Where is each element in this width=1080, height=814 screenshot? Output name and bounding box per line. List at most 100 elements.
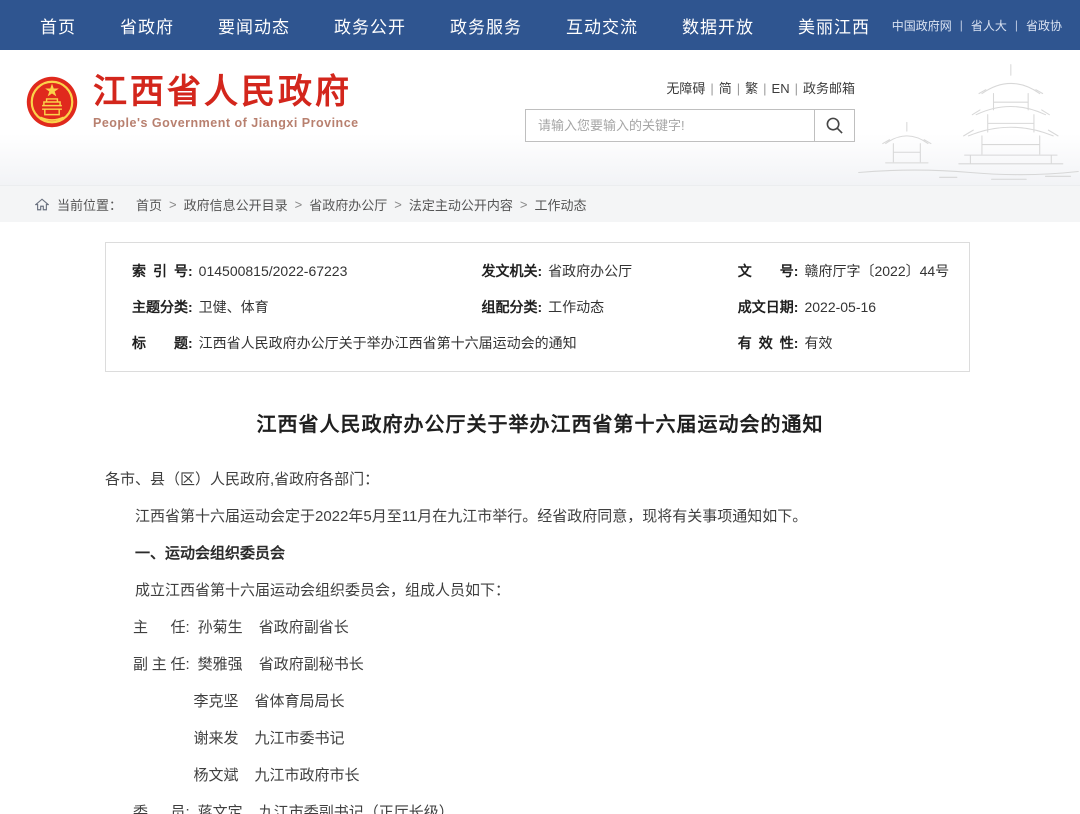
quick-link-provincial-peoples-congress[interactable]: 省人大 bbox=[971, 17, 1007, 34]
site-brand[interactable]: 江西省人民政府 People's Government of Jiangxi P… bbox=[25, 74, 359, 130]
meta-field-validity: 有效性: 有效 bbox=[712, 325, 969, 361]
meta-field-written-date: 成文日期:2022-05-16 bbox=[712, 289, 969, 325]
committee-member-name: 樊雅强 bbox=[198, 656, 243, 673]
committee-member-title: 省政府副省长 bbox=[259, 619, 349, 636]
colon: : bbox=[794, 299, 799, 315]
nav-items: 首页 省政府 要闻动态 政务公开 政务服务 互动交流 数据开放 美丽江西 bbox=[40, 13, 870, 38]
site-title: 江西省人民政府 bbox=[93, 74, 359, 111]
meta-field-group-category: 组配分类:工作动态 bbox=[456, 289, 712, 325]
breadcrumb-item-home[interactable]: 首页 bbox=[136, 195, 162, 214]
colon: : bbox=[538, 299, 543, 315]
document-title: 江西省人民政府办公厅关于举办江西省第十六届运动会的通知 bbox=[105, 408, 975, 437]
nav-item-open-data[interactable]: 数据开放 bbox=[682, 13, 754, 38]
meta-field-title: 标题: 江西省人民政府办公厅关于举办江西省第十六届运动会的通知 bbox=[106, 325, 712, 361]
meta-value: 工作动态 bbox=[548, 299, 604, 315]
meta-value: 省政府办公厅 bbox=[548, 263, 632, 279]
committee-member-title: 九江市政府市长 bbox=[255, 767, 360, 784]
quick-link-provincial-cppcc[interactable]: 省政协 bbox=[1026, 17, 1062, 34]
committee-role: 副主任 bbox=[133, 654, 186, 676]
meta-field-index-number: 索引号:014500815/2022-67223 bbox=[106, 253, 456, 289]
pavilion-watermark bbox=[855, 55, 1080, 185]
quick-link-china-gov[interactable]: 中国政府网 bbox=[892, 17, 952, 34]
meta-value: 卫健、体育 bbox=[199, 299, 269, 315]
breadcrumb-item-statutory-disclosure[interactable]: 法定主动公开内容 bbox=[409, 195, 513, 214]
meta-label: 发文机关 bbox=[482, 261, 538, 281]
committee-role: 主任 bbox=[133, 617, 186, 639]
breadcrumb-item-general-office[interactable]: 省政府办公厅 bbox=[309, 195, 387, 214]
nav-item-home[interactable]: 首页 bbox=[40, 13, 76, 38]
utility-link-traditional[interactable]: 繁 bbox=[745, 81, 758, 96]
committee-member-title: 省体育局局长 bbox=[255, 693, 345, 710]
meta-value: 江西省人民政府办公厅关于举办江西省第十六届运动会的通知 bbox=[199, 335, 577, 351]
salutation: 各市、县（区）人民政府,省政府各部门： bbox=[105, 469, 970, 491]
home-icon bbox=[35, 198, 49, 211]
search-box bbox=[525, 109, 855, 142]
separator: | bbox=[737, 81, 740, 96]
utility-link-simplified[interactable]: 简 bbox=[719, 81, 732, 96]
meta-label: 有效性 bbox=[738, 333, 794, 353]
search-input[interactable] bbox=[526, 110, 814, 141]
header-right: 无障碍 | 简 | 繁 | EN | 政务邮箱 bbox=[525, 78, 855, 142]
colon: : bbox=[186, 804, 190, 814]
search-button[interactable] bbox=[814, 110, 854, 141]
meta-field-issuing-agency: 发文机关:省政府办公厅 bbox=[456, 253, 712, 289]
site-header: 江西省人民政府 People's Government of Jiangxi P… bbox=[0, 50, 1080, 185]
breadcrumb-label: 当前位置： bbox=[57, 195, 122, 214]
committee-member-name: 谢来发 bbox=[194, 730, 239, 747]
separator: > bbox=[169, 197, 177, 212]
colon: : bbox=[794, 335, 799, 351]
colon: : bbox=[794, 263, 799, 279]
separator: | bbox=[710, 81, 713, 96]
nav-item-gov-services[interactable]: 政务服务 bbox=[450, 13, 522, 38]
meta-label: 标题 bbox=[132, 333, 188, 353]
breadcrumb-item-disclosure-catalog[interactable]: 政府信息公开目录 bbox=[184, 195, 288, 214]
committee-member-title: 九江市委书记 bbox=[255, 730, 345, 747]
nav-item-provincial-government[interactable]: 省政府 bbox=[120, 13, 174, 38]
meta-value: 2022-05-16 bbox=[804, 299, 876, 315]
colon: : bbox=[188, 263, 193, 279]
committee-member-name: 李克坚 bbox=[194, 693, 239, 710]
utility-link-accessibility[interactable]: 无障碍 bbox=[666, 81, 705, 96]
section-intro: 成立江西省第十六届运动会组织委员会，组成人员如下： bbox=[105, 580, 970, 602]
colon: : bbox=[188, 335, 193, 351]
meta-label: 索引号 bbox=[132, 261, 188, 281]
meta-label: 成文日期 bbox=[738, 297, 794, 317]
committee-row: 委员:蒋文定九江市委副书记（正厅长级） bbox=[105, 802, 970, 814]
document-meta-card: 索引号:014500815/2022-67223 发文机关:省政府办公厅 文号:… bbox=[105, 242, 970, 372]
document-body: 各市、县（区）人民政府,省政府各部门： 江西省第十六届运动会定于2022年5月至… bbox=[105, 469, 970, 814]
nav-item-interaction[interactable]: 互动交流 bbox=[566, 13, 638, 38]
site-title-en: People's Government of Jiangxi Province bbox=[93, 116, 359, 130]
brand-text: 江西省人民政府 People's Government of Jiangxi P… bbox=[93, 74, 359, 130]
meta-value: 赣府厅字〔2022〕44号 bbox=[804, 263, 949, 279]
utility-links: 无障碍 | 简 | 繁 | EN | 政务邮箱 bbox=[525, 78, 855, 97]
separator: > bbox=[295, 197, 303, 212]
utility-link-english[interactable]: EN bbox=[772, 81, 790, 96]
intro-paragraph: 江西省第十六届运动会定于2022年5月至11月在九江市举行。经省政府同意，现将有… bbox=[105, 506, 970, 528]
separator: | bbox=[763, 81, 766, 96]
committee-member-name: 蒋文定 bbox=[198, 804, 243, 814]
committee-member-title: 九江市委副书记（正厅长级） bbox=[259, 804, 454, 814]
separator: | bbox=[1015, 18, 1018, 32]
committee-row: 杨文斌九江市政府市长 bbox=[105, 765, 970, 787]
nav-item-news[interactable]: 要闻动态 bbox=[218, 13, 290, 38]
quick-links: 中国政府网 | 省人大 | 省政协 bbox=[892, 17, 1062, 34]
nav-item-gov-disclosure[interactable]: 政务公开 bbox=[334, 13, 406, 38]
meta-value: 有效 bbox=[804, 335, 832, 351]
search-icon bbox=[825, 116, 844, 135]
page-root: 首页 省政府 要闻动态 政务公开 政务服务 互动交流 数据开放 美丽江西 中国政… bbox=[0, 0, 1080, 814]
breadcrumb-item-work-updates[interactable]: 工作动态 bbox=[534, 195, 586, 214]
meta-label: 文号 bbox=[738, 261, 794, 281]
committee-member-title: 省政府副秘书长 bbox=[259, 656, 364, 673]
separator: > bbox=[394, 197, 402, 212]
top-nav: 首页 省政府 要闻动态 政务公开 政务服务 互动交流 数据开放 美丽江西 中国政… bbox=[0, 0, 1080, 50]
nav-item-beautiful-jiangxi[interactable]: 美丽江西 bbox=[798, 13, 870, 38]
utility-link-gov-mailbox[interactable]: 政务邮箱 bbox=[803, 81, 855, 96]
breadcrumb: 当前位置： 首页 > 政府信息公开目录 > 省政府办公厅 > 法定主动公开内容 … bbox=[0, 185, 1080, 222]
meta-field-document-number: 文号: 赣府厅字〔2022〕44号 bbox=[712, 253, 969, 289]
meta-label: 主题分类 bbox=[132, 297, 188, 317]
separator: | bbox=[795, 81, 798, 96]
national-emblem-logo bbox=[25, 75, 79, 129]
section-heading: 一、运动会组织委员会 bbox=[105, 543, 970, 565]
colon: : bbox=[188, 299, 193, 315]
committee-row: 主任:孙菊生省政府副省长 bbox=[105, 617, 970, 639]
